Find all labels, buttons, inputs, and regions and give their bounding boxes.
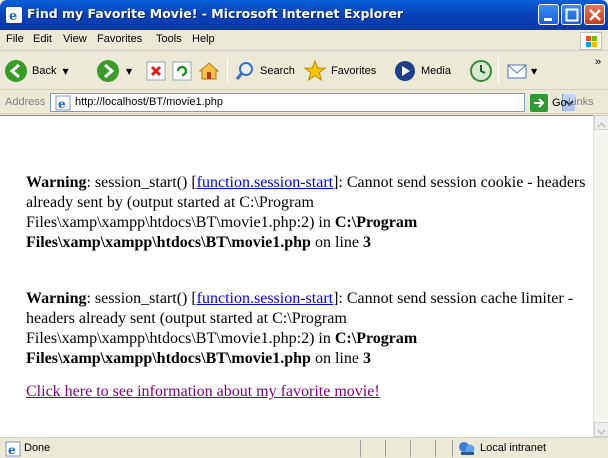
warning-text: : session_start() [ bbox=[86, 174, 197, 191]
page-content: Warning: session_start() [function.sessi… bbox=[0, 115, 593, 437]
window-title: Find my Favorite Movie! - Microsoft Inte… bbox=[27, 6, 404, 21]
minimize-button[interactable] bbox=[538, 4, 559, 25]
address-url: http://localhost/BT/movie1.php bbox=[75, 96, 223, 108]
warning-message-1: Warning: session_start() [function.sessi… bbox=[26, 173, 586, 253]
warning-text: : session_start() [ bbox=[86, 290, 197, 307]
mail-icon bbox=[507, 64, 527, 79]
mail-button[interactable]: ▼ bbox=[506, 52, 537, 90]
back-dropdown-icon[interactable]: ▼ bbox=[62, 67, 68, 76]
close-icon bbox=[589, 9, 601, 21]
search-icon bbox=[235, 62, 253, 80]
media-button[interactable]: Media bbox=[393, 52, 451, 90]
status-bar: e Done Local intranet bbox=[0, 437, 608, 458]
svg-text:e: e bbox=[9, 9, 17, 23]
maximize-button[interactable] bbox=[561, 4, 582, 25]
favorite-movie-link[interactable]: Click here to see information about my f… bbox=[26, 383, 380, 400]
warning-label: Warning bbox=[26, 290, 87, 307]
search-button[interactable]: Search bbox=[234, 52, 295, 90]
scroll-down-button[interactable] bbox=[594, 422, 608, 437]
menu-tools[interactable]: Tools bbox=[156, 33, 182, 45]
function-session-start-link[interactable]: function.session-start bbox=[197, 174, 333, 191]
svg-text:e: e bbox=[58, 97, 66, 111]
menu-help[interactable]: Help bbox=[192, 33, 215, 45]
info-link-line: Click here to see information about my f… bbox=[26, 382, 380, 402]
forward-arrow-icon bbox=[97, 60, 119, 82]
refresh-button[interactable] bbox=[172, 52, 192, 90]
home-icon bbox=[198, 62, 220, 80]
page-done-icon: e bbox=[5, 441, 21, 457]
warning-line-number: 3 bbox=[362, 234, 371, 251]
back-button[interactable]: Back ▼ bbox=[4, 52, 69, 90]
toolbar-chevron-icon[interactable]: » bbox=[595, 56, 601, 68]
svg-text:e: e bbox=[8, 443, 16, 457]
warning-text: on line bbox=[310, 350, 363, 367]
address-input[interactable]: e http://localhost/BT/movie1.php bbox=[50, 93, 575, 112]
address-bar: Address e http://localhost/BT/movie1.php… bbox=[0, 91, 608, 114]
ie-window: e Find my Favorite Movie! - Microsoft In… bbox=[0, 0, 608, 458]
title-bar[interactable]: e Find my Favorite Movie! - Microsoft In… bbox=[0, 0, 608, 30]
standard-toolbar: Back ▼ ▼ Search Favorites Media ▼ » bbox=[0, 52, 608, 90]
menu-edit[interactable]: Edit bbox=[33, 33, 52, 45]
windows-flag-icon bbox=[580, 32, 602, 50]
back-arrow-icon bbox=[5, 60, 27, 82]
media-icon bbox=[395, 61, 415, 81]
forward-button[interactable]: ▼ bbox=[96, 52, 132, 90]
warning-label: Warning bbox=[26, 174, 87, 191]
maximize-icon bbox=[565, 8, 579, 22]
minimize-icon bbox=[544, 18, 552, 21]
status-text: Done bbox=[24, 442, 51, 454]
stop-icon bbox=[146, 61, 166, 81]
home-button[interactable] bbox=[198, 52, 220, 90]
go-label: Go bbox=[552, 97, 567, 109]
warning-line-number: 3 bbox=[362, 350, 371, 367]
vertical-scrollbar[interactable] bbox=[593, 115, 608, 437]
ie-logo-icon: e bbox=[6, 7, 22, 23]
menu-file[interactable]: File bbox=[6, 33, 24, 45]
go-button[interactable]: Go bbox=[530, 94, 567, 112]
favorites-button[interactable]: Favorites bbox=[303, 52, 376, 90]
close-button[interactable] bbox=[584, 4, 605, 25]
links-label[interactable]: Links bbox=[568, 96, 594, 108]
history-button[interactable] bbox=[469, 52, 493, 90]
function-session-start-link[interactable]: function.session-start bbox=[197, 290, 333, 307]
back-label: Back bbox=[32, 65, 57, 77]
zone-label: Local intranet bbox=[480, 442, 547, 454]
menu-bar: File Edit View Favorites Tools Help bbox=[0, 30, 608, 51]
security-zone[interactable]: Local intranet bbox=[458, 440, 546, 456]
favorites-label: Favorites bbox=[331, 65, 377, 77]
menu-view[interactable]: View bbox=[63, 33, 87, 45]
mail-dropdown-icon[interactable]: ▼ bbox=[531, 67, 537, 76]
warning-text: on line bbox=[310, 234, 363, 251]
search-label: Search bbox=[260, 65, 295, 77]
address-label: Address bbox=[5, 96, 46, 108]
refresh-icon bbox=[172, 61, 192, 81]
page-icon: e bbox=[55, 95, 71, 111]
menu-favorites[interactable]: Favorites bbox=[97, 33, 142, 45]
local-intranet-icon bbox=[459, 442, 475, 455]
stop-button[interactable] bbox=[146, 52, 166, 90]
star-icon bbox=[303, 59, 327, 82]
history-icon bbox=[470, 60, 492, 82]
forward-dropdown-icon[interactable]: ▼ bbox=[126, 67, 132, 76]
go-arrow-icon bbox=[530, 94, 548, 112]
scroll-up-button[interactable] bbox=[594, 115, 608, 130]
media-label: Media bbox=[421, 65, 451, 77]
warning-message-2: Warning: session_start() [function.sessi… bbox=[26, 289, 586, 369]
